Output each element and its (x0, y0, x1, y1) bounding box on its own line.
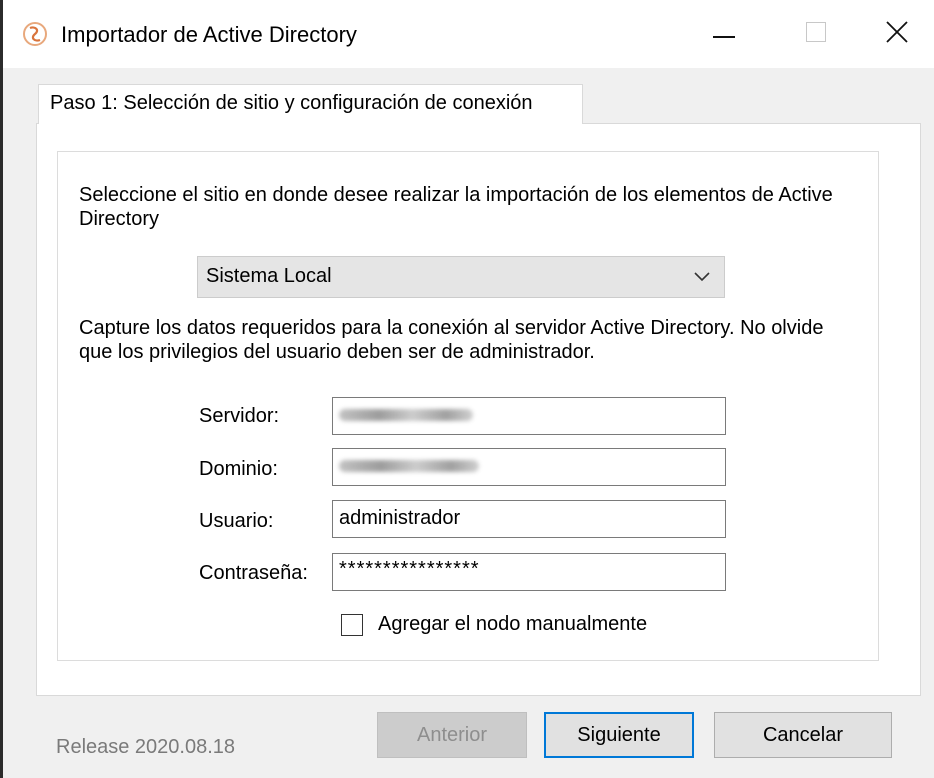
domain-input[interactable] (332, 448, 726, 486)
manual-node-checkbox[interactable] (341, 614, 363, 636)
tab-step-1-label: Paso 1: Selección de sitio y configuraci… (50, 92, 533, 114)
cancel-button[interactable]: Cancelar (714, 712, 892, 758)
release-version: Release 2020.08.18 (56, 736, 236, 758)
window-left-edge (0, 0, 3, 778)
connection-instruction: Capture los datos requeridos para la con… (79, 317, 824, 363)
app-logo-icon (21, 20, 49, 48)
close-button[interactable] (855, 0, 934, 68)
user-input[interactable]: administrador (332, 500, 726, 538)
redacted-value (339, 460, 479, 472)
site-instruction: Seleccione el sitio en donde desee reali… (79, 184, 833, 230)
user-label: Usuario: (199, 510, 274, 532)
manual-node-label[interactable]: Agregar el nodo manualmente (378, 613, 647, 636)
server-label: Servidor: (199, 405, 280, 427)
tab-step-1[interactable]: Paso 1: Selección de sitio y configuraci… (38, 84, 583, 124)
maximize-button[interactable] (778, 0, 858, 68)
minimize-button[interactable] (683, 0, 763, 68)
close-icon (886, 21, 908, 43)
redacted-value (339, 409, 473, 421)
server-input[interactable] (332, 397, 726, 435)
domain-label: Dominio: (199, 458, 278, 480)
next-button[interactable]: Siguiente (544, 712, 694, 758)
password-input-value: **************** (339, 558, 480, 580)
site-select-value: Sistema Local (206, 265, 332, 287)
chevron-down-icon (694, 272, 710, 282)
user-input-value: administrador (339, 507, 461, 529)
title-bar[interactable]: Importador de Active Directory (3, 0, 934, 68)
site-select[interactable]: Sistema Local (197, 256, 725, 298)
password-input[interactable]: **************** (332, 553, 726, 591)
window-title: Importador de Active Directory (61, 22, 357, 47)
previous-button[interactable]: Anterior (377, 712, 527, 758)
password-label: Contraseña: (199, 562, 308, 584)
